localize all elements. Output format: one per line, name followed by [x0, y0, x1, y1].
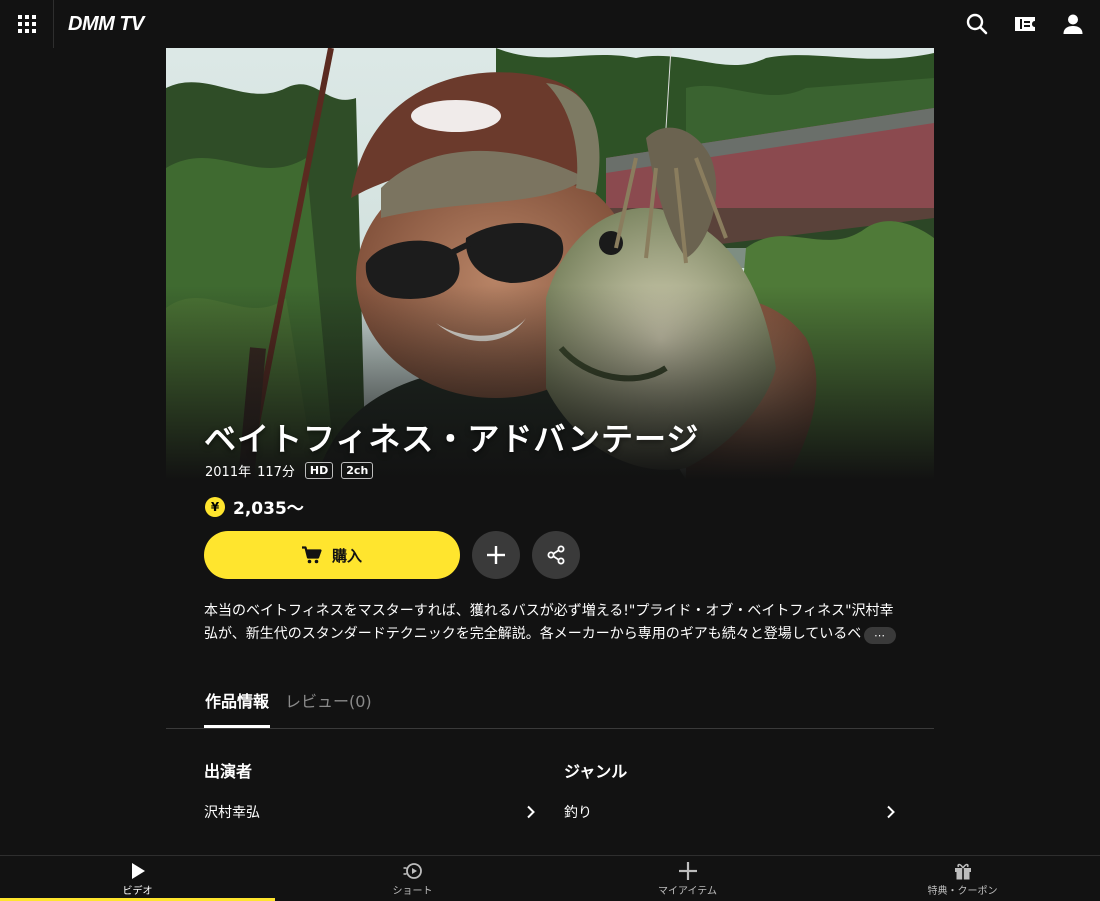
- release-year: 2011年: [205, 465, 252, 480]
- nav-video[interactable]: ビデオ: [0, 856, 275, 901]
- price: ¥ 2,035〜: [205, 494, 304, 519]
- duration: 117分: [257, 465, 295, 480]
- audio-badge: 2ch: [341, 462, 374, 479]
- top-header: DMM TV: [0, 0, 1100, 48]
- apps-menu-button[interactable]: [0, 0, 54, 48]
- search-button[interactable]: [960, 7, 994, 41]
- nav-my-items[interactable]: マイアイテム: [550, 856, 825, 900]
- cart-icon: [301, 546, 322, 564]
- title-meta: 2011年 117分 HD 2ch: [205, 461, 374, 480]
- description: 本当のベイトフィネスをマスターすれば、獲れるバスが必ず増える!"プライド・オブ・…: [204, 600, 896, 646]
- share-icon: [547, 545, 565, 565]
- nav-label: ビデオ: [122, 885, 153, 897]
- description-line: 弘が、新生代のスタンダードテクニックを完全解説。各メーカーから専用のギアも続々と…: [204, 626, 862, 642]
- genre-section: ジャンル 釣り: [564, 758, 896, 822]
- grid-icon: [17, 15, 36, 33]
- detail-tabs: 作品情報 レビュー(0): [166, 684, 934, 729]
- description-line: 本当のベイトフィネスをマスターすれば、獲れるバスが必ず増える!"プライド・オブ・…: [204, 603, 894, 619]
- nav-label: マイアイテム: [658, 885, 717, 897]
- gift-icon: [954, 863, 971, 879]
- tab-work-info[interactable]: 作品情報: [204, 684, 271, 728]
- logo[interactable]: DMM TV: [68, 13, 144, 36]
- yen-icon: ¥: [205, 496, 225, 517]
- short-play-icon: [403, 862, 422, 879]
- genre-name: 釣り: [564, 805, 592, 821]
- nav-benefits-coupons[interactable]: 特典・クーポン: [825, 856, 1100, 900]
- nav-label: ショート: [392, 885, 433, 897]
- cast-name: 沢村幸弘: [204, 805, 260, 821]
- genre-heading: ジャンル: [564, 762, 628, 781]
- buy-label: 購入: [331, 546, 362, 565]
- search-icon: [966, 13, 988, 35]
- account-button[interactable]: [1056, 7, 1090, 41]
- cast-heading: 出演者: [204, 762, 253, 781]
- buy-button[interactable]: 購入: [204, 531, 460, 579]
- ticket-button[interactable]: [1008, 7, 1042, 41]
- expand-description-button[interactable]: ⋯: [864, 627, 896, 644]
- nav-label: 特典・クーポン: [927, 885, 998, 897]
- genre-link[interactable]: 釣り: [564, 802, 896, 822]
- add-to-list-button[interactable]: [472, 531, 520, 579]
- plus-icon: [678, 861, 697, 880]
- cast-link[interactable]: 沢村幸弘: [204, 802, 536, 822]
- ticket-icon: [1015, 17, 1035, 31]
- bottom-nav: ビデオ ショート マイアイテム 特典・クーポン: [0, 855, 1100, 901]
- cast-section: 出演者 沢村幸弘: [204, 758, 536, 822]
- page-title: ベイトフィネス・アドバンテージ: [204, 420, 700, 458]
- nav-short[interactable]: ショート: [275, 856, 550, 900]
- share-button[interactable]: [532, 531, 580, 579]
- play-icon: [131, 862, 145, 879]
- chevron-right-icon: [887, 805, 895, 819]
- chevron-right-icon: [527, 805, 535, 819]
- price-value: 2,035〜: [233, 499, 304, 519]
- action-bar: 購入: [204, 531, 580, 579]
- tab-reviews[interactable]: レビュー(0): [285, 684, 372, 728]
- plus-icon: [487, 546, 505, 564]
- hd-badge: HD: [304, 462, 334, 479]
- user-icon: [1063, 14, 1083, 34]
